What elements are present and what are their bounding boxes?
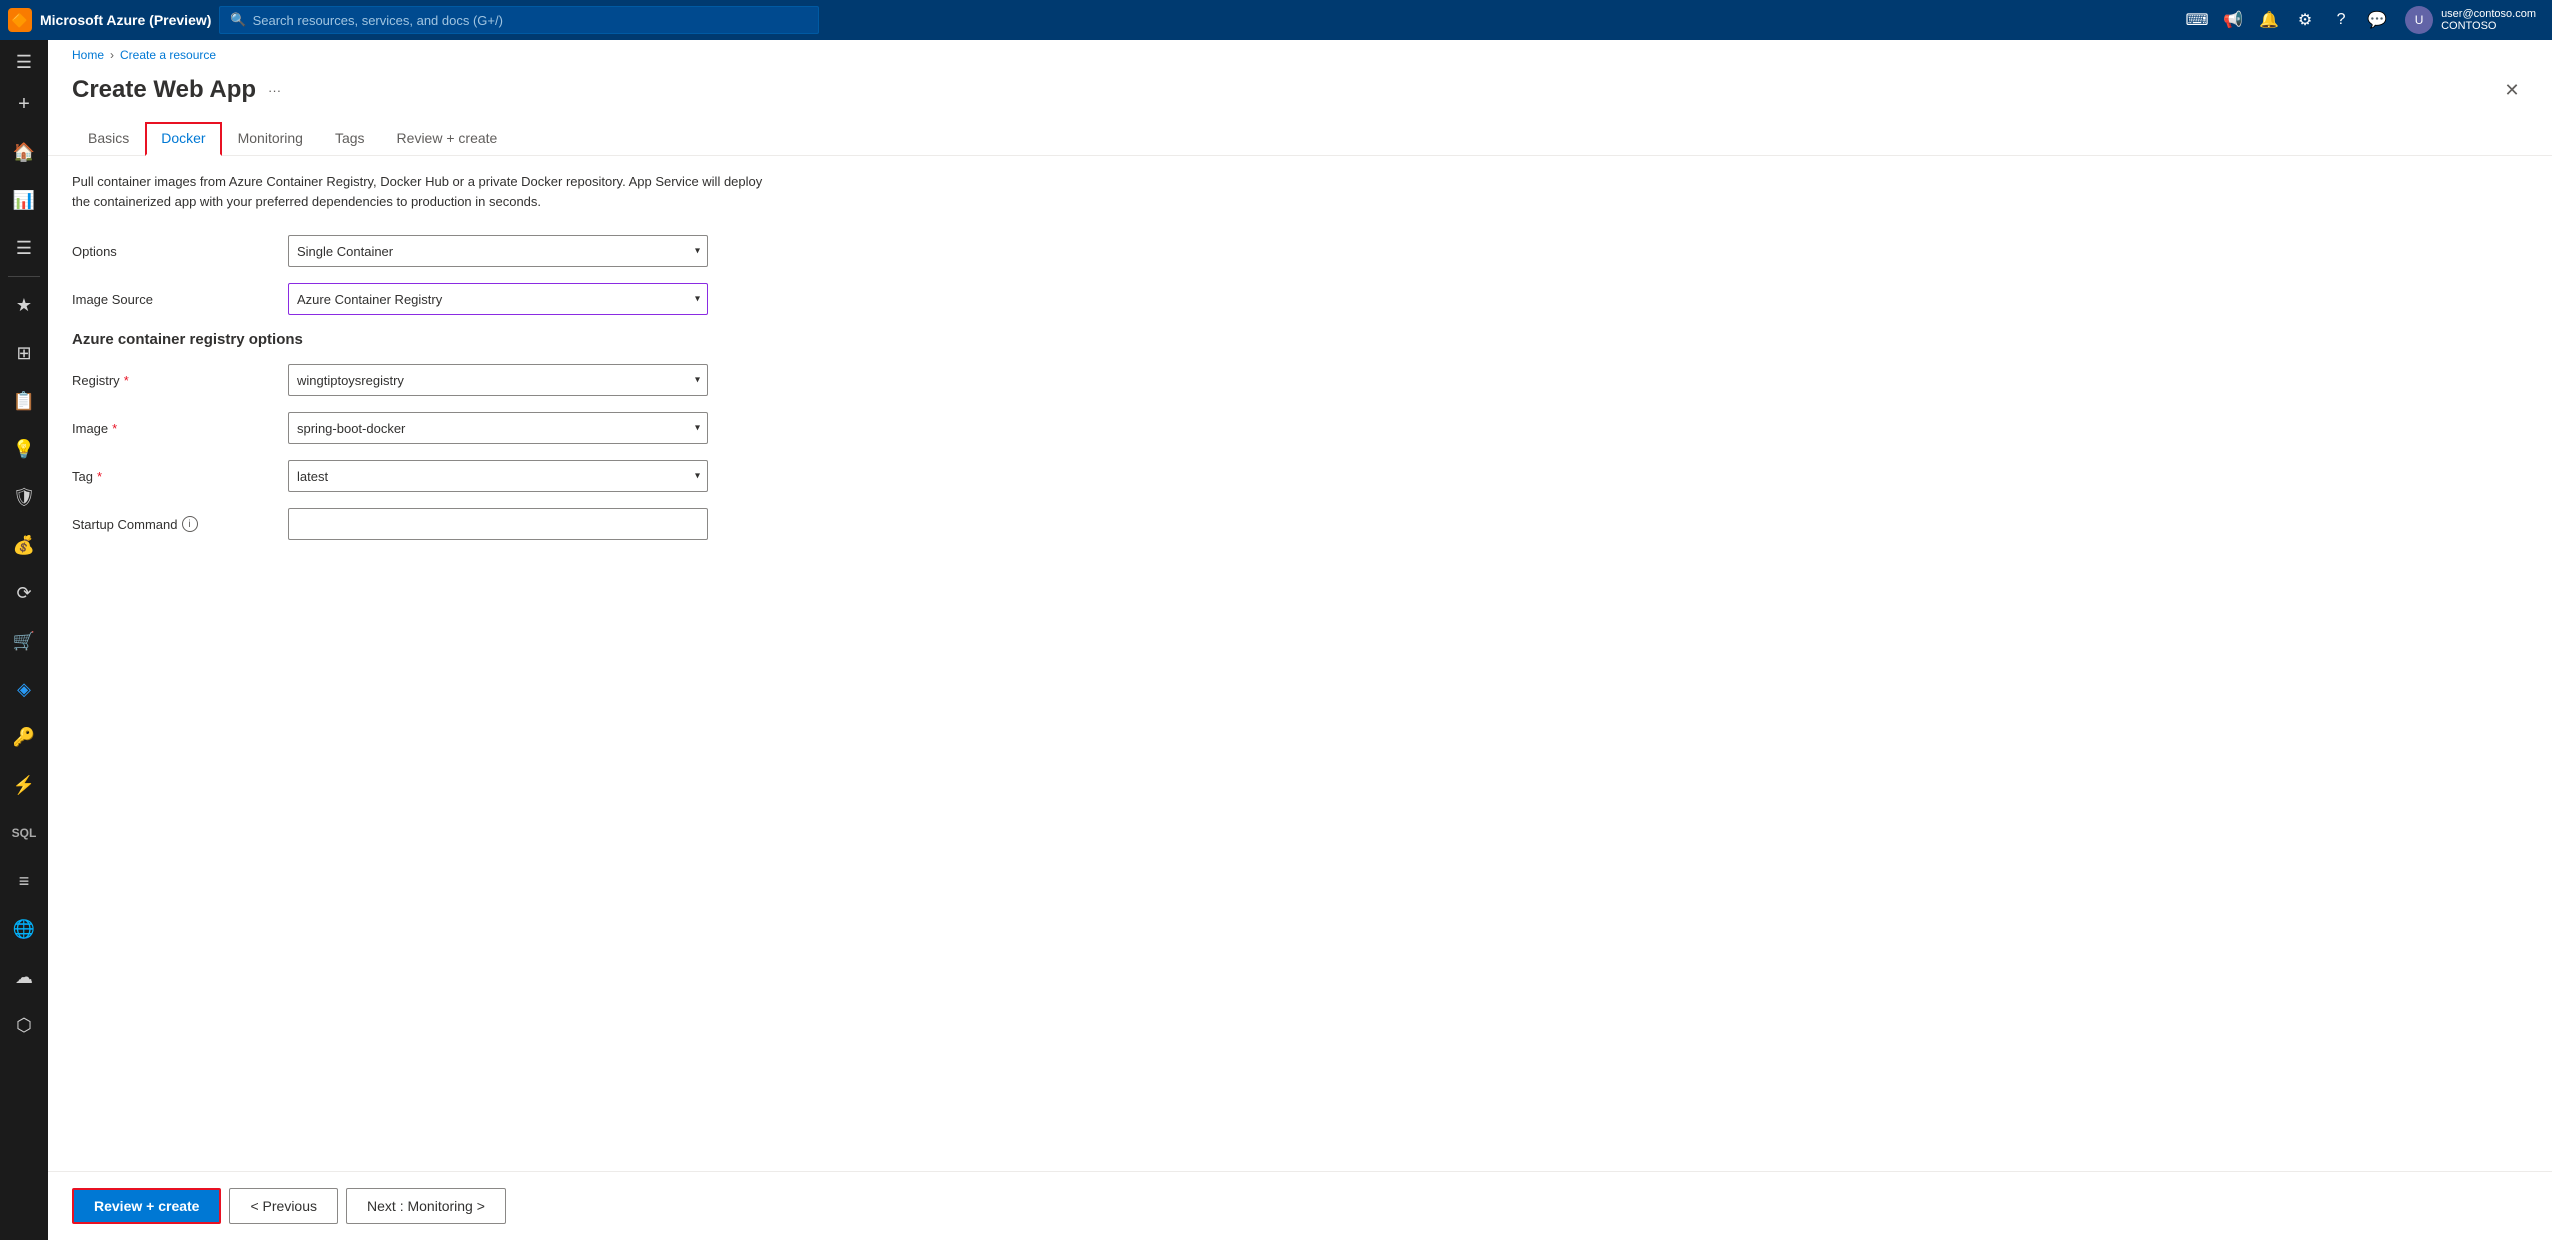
main-layout: ☰ + 🏠 📊 ☰ ★ ⊞ 📋 💡 🛡 💰 xyxy=(0,40,2552,1240)
search-icon: 🔍 xyxy=(230,12,246,28)
close-button[interactable]: ✕ xyxy=(2496,74,2528,106)
portal-feedback-icon[interactable]: 📢 xyxy=(2217,4,2249,36)
nav-icons: ⌨ 📢 🔔 ⚙ ? 💬 U user@contoso.com CONTOSO xyxy=(2181,4,2544,36)
sidebar-divider-1 xyxy=(8,276,40,277)
sidebar-item-logic-apps[interactable]: ⚡ xyxy=(0,761,48,809)
registry-label: Registry * xyxy=(72,373,272,388)
image-source-control: Azure Container Registry Docker Hub Priv… xyxy=(288,283,708,315)
sidebar-item-monitor[interactable]: 📋 xyxy=(0,377,48,425)
options-select-wrapper: Single Container Docker Compose Kubernet… xyxy=(288,235,708,267)
image-source-label: Image Source xyxy=(72,292,272,307)
options-label: Options xyxy=(72,244,272,259)
cloud-shell-icon[interactable]: ⌨ xyxy=(2181,4,2213,36)
image-required: * xyxy=(112,421,117,436)
page-title: Create Web App xyxy=(72,76,256,104)
tab-docker[interactable]: Docker xyxy=(145,122,221,156)
registry-row: Registry * wingtiptoysregistry ▾ xyxy=(72,364,2528,396)
notifications-icon[interactable]: 🔔 xyxy=(2253,4,2285,36)
image-row: Image * spring-boot-docker ▾ xyxy=(72,412,2528,444)
sidebar-item-security[interactable]: 🛡 xyxy=(0,473,48,521)
brand-icon: 🔶 xyxy=(8,8,32,32)
sidebar-item-menu2[interactable]: ≡ xyxy=(0,857,48,905)
image-select-wrapper: spring-boot-docker ▾ xyxy=(288,412,708,444)
tag-select[interactable]: latest xyxy=(288,460,708,492)
tag-select-wrapper: latest ▾ xyxy=(288,460,708,492)
tab-basics[interactable]: Basics xyxy=(72,122,145,156)
ellipsis-icon: ··· xyxy=(268,83,281,98)
sidebar-item-update[interactable]: ⟳ xyxy=(0,569,48,617)
image-label: Image * xyxy=(72,421,272,436)
tag-row: Tag * latest ▾ xyxy=(72,460,2528,492)
sidebar-item-all-services[interactable]: ☰ xyxy=(0,224,48,272)
sidebar-item-grid[interactable]: ⊞ xyxy=(0,329,48,377)
tag-control: latest ▾ xyxy=(288,460,708,492)
search-input[interactable] xyxy=(253,13,809,28)
review-create-button[interactable]: Review + create xyxy=(72,1188,221,1224)
sidebar-item-dashboard[interactable]: 📊 xyxy=(0,176,48,224)
sidebar-item-resource-graph[interactable]: ◈ xyxy=(0,665,48,713)
registry-select-wrapper: wingtiptoysregistry ▾ xyxy=(288,364,708,396)
user-tenant: CONTOSO xyxy=(2441,20,2536,32)
image-source-select[interactable]: Azure Container Registry Docker Hub Priv… xyxy=(288,283,708,315)
tab-tags[interactable]: Tags xyxy=(319,122,381,156)
sidebar-item-key-vaults[interactable]: 🔑 xyxy=(0,713,48,761)
startup-info-icon[interactable]: i xyxy=(182,516,198,532)
tabs: Basics Docker Monitoring Tags Review + c… xyxy=(48,122,2552,156)
breadcrumb-create-resource[interactable]: Create a resource xyxy=(120,48,216,62)
sidebar-item-hex[interactable]: ⬡ xyxy=(0,1001,48,1049)
sidebar-item-favorites[interactable]: ★ xyxy=(0,281,48,329)
sidebar-item-advisor[interactable]: 💡 xyxy=(0,425,48,473)
breadcrumb-home[interactable]: Home xyxy=(72,48,104,62)
registry-control: wingtiptoysregistry ▾ xyxy=(288,364,708,396)
startup-command-input[interactable] xyxy=(288,508,708,540)
help-icon[interactable]: ? xyxy=(2325,4,2357,36)
sidebar: ☰ + 🏠 📊 ☰ ★ ⊞ 📋 💡 🛡 💰 xyxy=(0,40,48,1240)
page-more-actions[interactable]: ··· xyxy=(268,83,281,98)
startup-command-label: Startup Command i xyxy=(72,516,272,532)
top-navigation: 🔶 Microsoft Azure (Preview) 🔍 ⌨ 📢 🔔 ⚙ ? … xyxy=(0,0,2552,40)
feedback-icon[interactable]: 💬 xyxy=(2361,4,2393,36)
breadcrumb: Home › Create a resource xyxy=(48,40,2552,70)
content-area: Home › Create a resource Create Web App … xyxy=(48,40,2552,1240)
sidebar-item-marketplace[interactable]: 🛒 xyxy=(0,617,48,665)
options-control: Single Container Docker Compose Kubernet… xyxy=(288,235,708,267)
options-select[interactable]: Single Container Docker Compose Kubernet… xyxy=(288,235,708,267)
brand: 🔶 Microsoft Azure (Preview) xyxy=(8,8,211,32)
sidebar-item-network[interactable]: 🌐 xyxy=(0,905,48,953)
sidebar-toggle[interactable]: ☰ xyxy=(0,44,48,80)
image-source-select-wrapper: Azure Container Registry Docker Hub Priv… xyxy=(288,283,708,315)
sidebar-item-cloud[interactable]: ☁ xyxy=(0,953,48,1001)
sidebar-item-cost[interactable]: 💰 xyxy=(0,521,48,569)
tag-required: * xyxy=(97,469,102,484)
previous-button[interactable]: < Previous xyxy=(229,1188,338,1224)
startup-command-control xyxy=(288,508,708,540)
tab-monitoring[interactable]: Monitoring xyxy=(222,122,319,156)
settings-icon[interactable]: ⚙ xyxy=(2289,4,2321,36)
tag-label: Tag * xyxy=(72,469,272,484)
user-menu[interactable]: U user@contoso.com CONTOSO xyxy=(2397,6,2544,34)
brand-name: Microsoft Azure (Preview) xyxy=(40,12,211,28)
registry-select[interactable]: wingtiptoysregistry xyxy=(288,364,708,396)
bottom-bar: Review + create < Previous Next : Monito… xyxy=(48,1171,2552,1240)
sidebar-item-create[interactable]: + xyxy=(0,80,48,128)
sidebar-item-home[interactable]: 🏠 xyxy=(0,128,48,176)
breadcrumb-sep-1: › xyxy=(110,48,114,62)
sidebar-item-sql[interactable]: SQL xyxy=(0,809,48,857)
startup-command-row: Startup Command i xyxy=(72,508,2528,540)
tab-review-create[interactable]: Review + create xyxy=(381,122,514,156)
search-bar[interactable]: 🔍 xyxy=(219,6,819,34)
next-monitoring-button[interactable]: Next : Monitoring > xyxy=(346,1188,506,1224)
form-area: Pull container images from Azure Contain… xyxy=(48,156,2552,1171)
image-control: spring-boot-docker ▾ xyxy=(288,412,708,444)
image-select[interactable]: spring-boot-docker xyxy=(288,412,708,444)
form-description: Pull container images from Azure Contain… xyxy=(72,172,772,211)
options-row: Options Single Container Docker Compose … xyxy=(72,235,2528,267)
image-source-row: Image Source Azure Container Registry Do… xyxy=(72,283,2528,315)
section-title: Azure container registry options xyxy=(72,331,2528,348)
avatar: U xyxy=(2405,6,2433,34)
registry-required: * xyxy=(124,373,129,388)
page-header: Create Web App ··· ✕ xyxy=(48,70,2552,122)
user-email: user@contoso.com xyxy=(2441,8,2536,20)
